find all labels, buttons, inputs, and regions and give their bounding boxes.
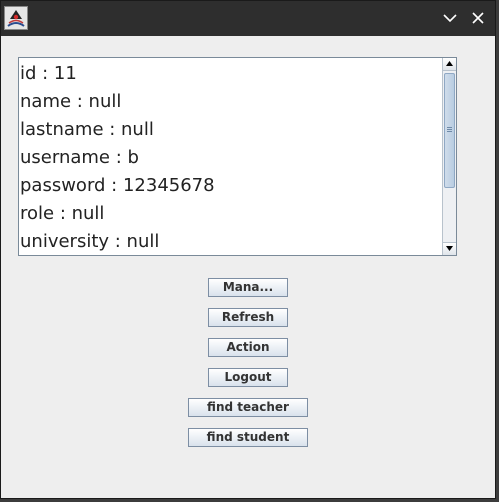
info-line-password: password : 12345678 — [20, 175, 215, 196]
find-student-button[interactable]: find student — [188, 428, 308, 447]
java-duke-icon — [4, 6, 28, 30]
close-icon — [472, 12, 484, 24]
info-line-lastname: lastname : null — [20, 119, 154, 140]
chevron-down-icon — [443, 14, 457, 23]
grip-line — [447, 127, 452, 128]
grip-line — [447, 131, 452, 132]
manage-button[interactable]: Mana... — [208, 278, 288, 297]
logout-button[interactable]: Logout — [208, 368, 288, 387]
scrollbar-thumb[interactable] — [444, 73, 455, 188]
action-button[interactable]: Action — [208, 338, 288, 357]
user-info-textarea[interactable]: id : 11 name : null lastname : null user… — [18, 57, 457, 256]
close-button[interactable] — [467, 7, 489, 29]
info-line-username: username : b — [20, 147, 139, 168]
scroll-down-button[interactable] — [443, 242, 456, 255]
triangle-up-icon — [446, 61, 453, 66]
triangle-down-icon — [446, 246, 453, 251]
info-line-name: name : null — [20, 91, 122, 112]
find-teacher-button[interactable]: find teacher — [188, 398, 308, 417]
info-line-id: id : 11 — [20, 63, 77, 84]
vertical-scrollbar[interactable] — [442, 58, 456, 255]
scroll-up-button[interactable] — [443, 58, 456, 71]
app-window: id : 11 name : null lastname : null user… — [0, 0, 496, 499]
minimize-button[interactable] — [439, 7, 461, 29]
refresh-button[interactable]: Refresh — [208, 308, 288, 327]
info-line-role: role : null — [20, 203, 105, 224]
title-bar[interactable] — [1, 1, 495, 36]
grip-line — [447, 129, 452, 130]
user-info-lines: id : 11 name : null lastname : null user… — [20, 62, 215, 255]
info-line-university: university : null — [20, 231, 160, 252]
